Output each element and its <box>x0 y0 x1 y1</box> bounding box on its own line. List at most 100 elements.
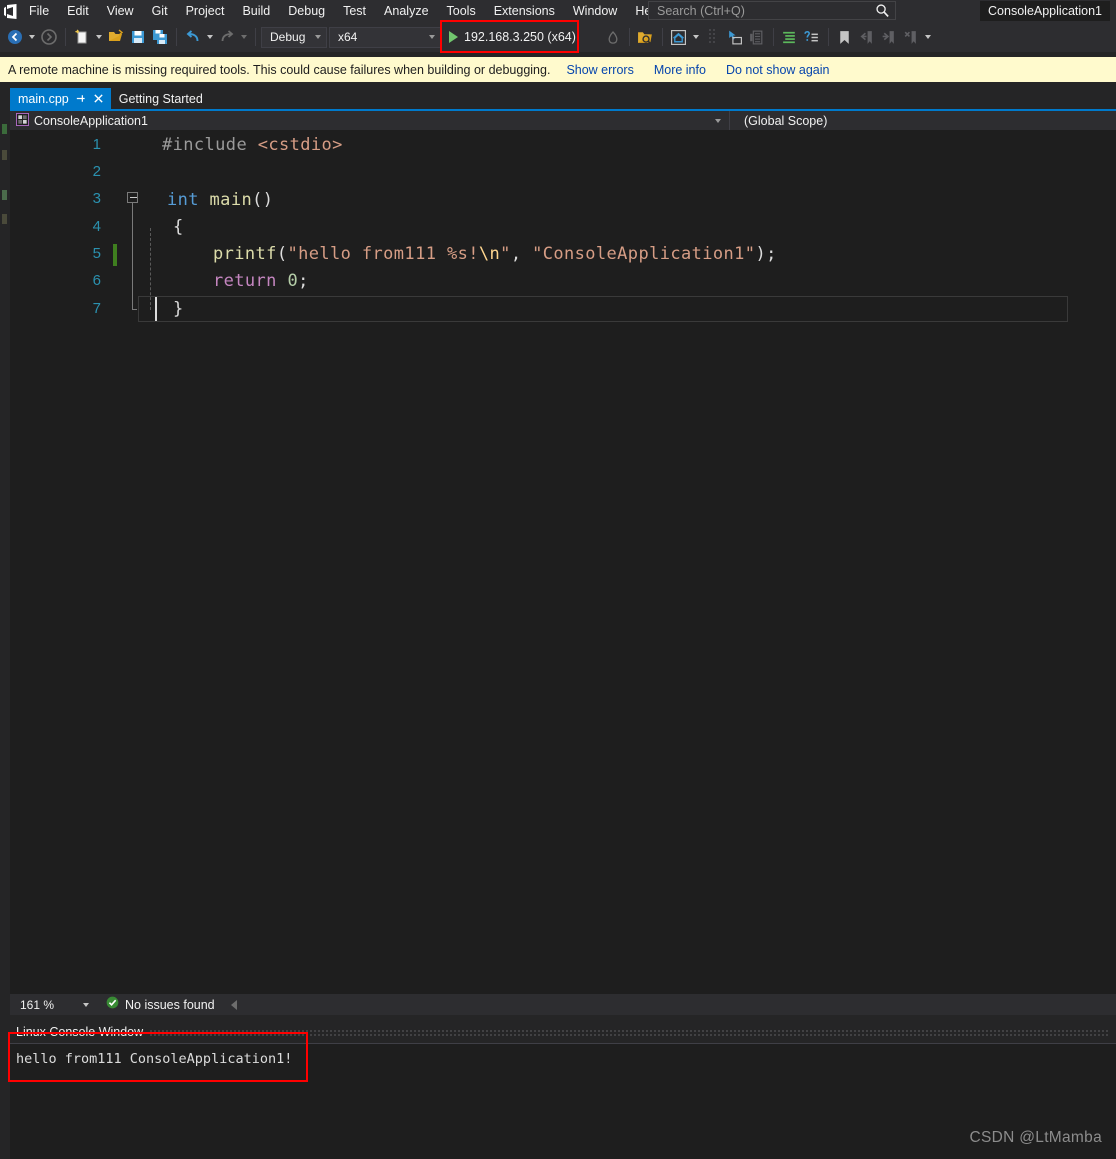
fold-collapse-icon[interactable] <box>127 192 138 203</box>
menu-item-view[interactable]: View <box>98 0 143 22</box>
issues-label: No issues found <box>125 997 215 1012</box>
code-line-3: int main() <box>167 190 274 210</box>
solution-configuration-dropdown[interactable]: Debug <box>261 26 327 48</box>
menu-item-project[interactable]: Project <box>177 0 234 22</box>
solution-platform-dropdown[interactable]: x64 <box>329 26 441 48</box>
notification-link-do-not-show-again[interactable]: Do not show again <box>726 63 830 77</box>
editor-status-bar: 161 % No issues found <box>10 994 1116 1015</box>
home-dropdown-icon[interactable] <box>690 25 702 49</box>
line-number: 3 <box>92 190 101 207</box>
navbar-project-dropdown[interactable]: ConsoleApplication1 <box>10 111 730 130</box>
navbar-project-label: ConsoleApplication1 <box>34 113 148 128</box>
menu-item-git[interactable]: Git <box>143 0 177 22</box>
dock-tab-pip[interactable] <box>2 124 7 134</box>
navigate-backward-icon[interactable] <box>4 25 26 49</box>
toolbar-separator <box>628 28 630 46</box>
solution-explorer-search-icon[interactable] <box>635 25 657 49</box>
menu-bar: File Edit View Git Project Build Debug T… <box>0 0 1116 22</box>
tab-getting-started[interactable]: Getting Started <box>110 88 209 109</box>
menu-item-tools[interactable]: Tools <box>438 0 485 22</box>
editor-navigation-bar: ConsoleApplication1 (Global Scope) <box>10 111 1116 130</box>
new-project-icon[interactable] <box>71 25 93 49</box>
code-line-4: { <box>173 217 184 237</box>
toolbar-separator <box>255 28 256 46</box>
home-icon[interactable] <box>668 25 690 49</box>
code-line-5: printf("hello from111 %s!\n", "ConsoleAp… <box>213 244 777 264</box>
issues-status[interactable]: No issues found <box>106 996 215 1014</box>
tab-main-cpp[interactable]: main.cpp <box>10 88 111 109</box>
code-text-area[interactable]: 1 2 3 4 5 6 7 #include <cstdio> int main… <box>37 130 1116 994</box>
comment-icon[interactable] <box>779 25 801 49</box>
tab-label: main.cpp <box>18 91 69 106</box>
new-project-dropdown-icon[interactable] <box>93 25 105 49</box>
current-line-highlight <box>138 296 1068 322</box>
panel-header: Linux Console Window <box>10 1022 1116 1042</box>
start-debug-target-label: 192.168.3.250 (x64) <box>464 30 576 44</box>
fold-region-line <box>132 203 137 310</box>
start-debug-target-button[interactable]: 192.168.3.250 (x64) <box>443 25 602 49</box>
save-icon[interactable] <box>127 25 149 49</box>
line-number: 1 <box>92 136 101 153</box>
save-all-icon[interactable] <box>149 25 171 49</box>
issues-prev-arrow-icon[interactable] <box>230 999 237 1010</box>
toolbar-separator <box>661 28 663 46</box>
menu-item-window[interactable]: Window <box>564 0 626 22</box>
toolbar-separator <box>827 28 829 46</box>
app-title: ConsoleApplication1 <box>980 1 1110 21</box>
code-line-6: return 0; <box>213 271 309 291</box>
zoom-level-dropdown[interactable]: 161 % <box>14 995 96 1014</box>
watermark-text: CSDN @LtMamba <box>969 1129 1102 1146</box>
open-file-icon[interactable] <box>105 25 127 49</box>
dock-tab-pip[interactable] <box>2 214 7 224</box>
line-number: 7 <box>92 300 101 317</box>
toolbar-separator <box>176 28 177 46</box>
bookmark-icon[interactable] <box>834 25 856 49</box>
chevron-down-icon <box>83 1003 89 1007</box>
pointer-select-icon[interactable] <box>724 25 746 49</box>
editor-tab-bar: main.cpp Getting Started <box>10 88 1116 109</box>
navbar-scope-dropdown[interactable]: (Global Scope) <box>730 111 1116 130</box>
line-number: 2 <box>92 163 101 180</box>
search-input[interactable]: Search (Ctrl+Q) <box>648 1 896 20</box>
left-dock-strip <box>0 82 10 1011</box>
menu-item-build[interactable]: Build <box>233 0 279 22</box>
menu-item-file[interactable]: File <box>20 0 58 22</box>
overflow-icon[interactable] <box>922 25 934 49</box>
notification-link-show-errors[interactable]: Show errors <box>566 63 633 77</box>
menu-item-edit[interactable]: Edit <box>58 0 98 22</box>
panel-grip-icon[interactable] <box>149 1028 1108 1036</box>
undo-dropdown-icon[interactable] <box>204 25 216 49</box>
toolbar-separator <box>65 28 66 46</box>
redo-dropdown-icon[interactable] <box>238 25 250 49</box>
dock-tab-pip[interactable] <box>2 150 7 160</box>
menu-item-debug[interactable]: Debug <box>279 0 334 22</box>
navigate-backward-dropdown-icon[interactable] <box>26 25 38 49</box>
uncomment-icon[interactable] <box>801 25 823 49</box>
linux-console-panel: Linux Console Window hello from111 Conso… <box>10 1017 1116 1159</box>
menu-item-analyze[interactable]: Analyze <box>375 0 437 22</box>
toolbar-grip-icon <box>702 25 724 49</box>
standard-toolbar: Debug x64 192.168.3.250 (x64) <box>0 22 1116 52</box>
live-share-icon <box>602 25 624 49</box>
code-editor[interactable]: 1 2 3 4 5 6 7 #include <cstdio> int main… <box>10 130 1116 994</box>
check-circle-icon <box>106 996 119 1014</box>
console-output-area[interactable]: hello from111 ConsoleApplication1! <box>10 1044 1116 1159</box>
chevron-down-icon <box>424 35 440 39</box>
zoom-level-value: 161 % <box>20 997 55 1012</box>
menu-item-extensions[interactable]: Extensions <box>485 0 564 22</box>
dock-tab-pip[interactable] <box>2 190 7 200</box>
window-title-area: ConsoleApplication1 <box>980 0 1116 22</box>
cpp-project-icon <box>16 112 29 129</box>
undo-icon[interactable] <box>182 25 204 49</box>
prev-bookmark-icon <box>856 25 878 49</box>
notification-link-more-info[interactable]: More info <box>654 63 706 77</box>
text-caret <box>155 297 157 321</box>
next-bookmark-icon <box>878 25 900 49</box>
menu-item-test[interactable]: Test <box>334 0 375 22</box>
navbar-scope-label: (Global Scope) <box>744 113 828 128</box>
line-number: 4 <box>92 218 101 235</box>
search-placeholder: Search (Ctrl+Q) <box>657 3 745 18</box>
pin-icon[interactable] <box>74 92 87 105</box>
editor-indicator-margin <box>10 130 36 994</box>
close-icon[interactable] <box>92 92 105 105</box>
